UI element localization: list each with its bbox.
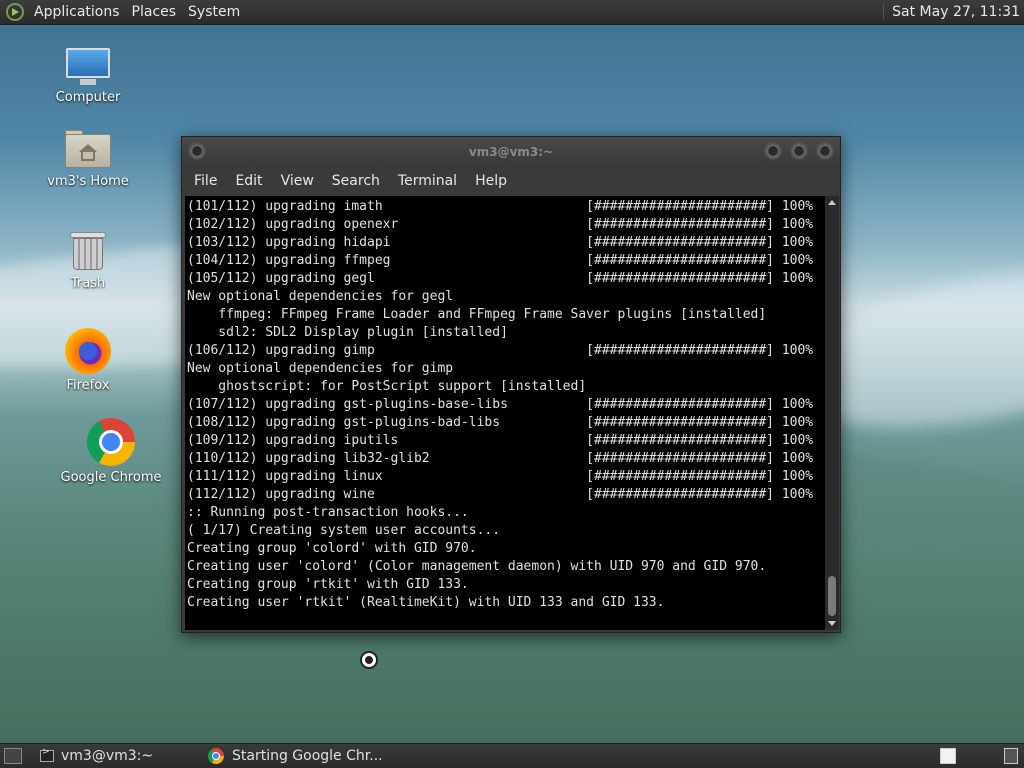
close-button[interactable] <box>816 142 834 160</box>
menu-file[interactable]: File <box>185 173 226 189</box>
workspace-2[interactable] <box>1004 748 1018 764</box>
chrome-icon <box>87 418 135 466</box>
desktop-icon-label: Firefox <box>66 378 110 393</box>
busy-cursor-icon <box>360 651 378 669</box>
desktop-icon-label: Trash <box>70 276 106 291</box>
terminal-text: (101/112) upgrading imath [#############… <box>185 196 825 612</box>
menu-terminal[interactable]: Terminal <box>389 173 466 189</box>
desktop-icon-label: Computer <box>55 90 121 105</box>
computer-icon <box>64 46 112 86</box>
menu-system[interactable]: System <box>184 4 248 20</box>
terminal-line: (102/112) upgrading openexr [###########… <box>187 217 814 232</box>
terminal-line: (104/112) upgrading ffmpeg [############… <box>187 253 814 268</box>
terminal-line: New optional dependencies for gegl <box>187 289 454 304</box>
clock[interactable]: Sat May 27, 11:31 <box>883 4 1020 20</box>
terminal-line: :: Running post-transaction hooks... <box>187 505 469 520</box>
menu-edit[interactable]: Edit <box>226 173 271 189</box>
menu-applications[interactable]: Applications <box>30 4 128 20</box>
home-folder-icon <box>65 130 111 170</box>
scroll-up-icon[interactable] <box>828 200 836 205</box>
top-panel: Applications Places System Sat May 27, 1… <box>0 0 1024 25</box>
terminal-output[interactable]: (101/112) upgrading imath [#############… <box>185 196 825 630</box>
scrollbar-thumb[interactable] <box>828 576 836 616</box>
desktop-icon-home[interactable]: vm3's Home <box>38 130 138 189</box>
desktop-icon-trash[interactable]: Trash <box>38 230 138 291</box>
terminal-line: ( 1/17) Creating system user accounts... <box>187 523 501 538</box>
desktop-icon-chrome[interactable]: Google Chrome <box>60 418 162 485</box>
terminal-line: (110/112) upgrading lib32-glib2 [#######… <box>187 451 814 466</box>
terminal-line: (112/112) upgrading wine [##############… <box>187 487 814 502</box>
firefox-icon <box>65 328 111 374</box>
terminal-line: (101/112) upgrading imath [#############… <box>187 199 814 214</box>
taskbar-item-label: vm3@vm3:~ <box>61 748 154 764</box>
terminal-line: ffmpeg: FFmpeg Frame Loader and FFmpeg F… <box>187 307 767 322</box>
terminal-titlebar[interactable]: vm3@vm3:~ <box>182 137 840 167</box>
terminal-line: (108/112) upgrading gst-plugins-bad-libs… <box>187 415 814 430</box>
desktop-icon-computer[interactable]: Computer <box>38 46 138 105</box>
terminal-line: (103/112) upgrading hidapi [############… <box>187 235 814 250</box>
terminal-line: ghostscript: for PostScript support [ins… <box>187 379 587 394</box>
menu-help[interactable]: Help <box>466 173 516 189</box>
applications-logo-icon[interactable] <box>6 3 24 21</box>
trash-icon <box>70 230 106 272</box>
taskbar-item-terminal[interactable]: vm3@vm3:~ <box>34 745 198 767</box>
maximize-button[interactable] <box>790 142 808 160</box>
scroll-down-icon[interactable] <box>828 621 836 626</box>
minimize-button[interactable] <box>764 142 782 160</box>
show-desktop-icon[interactable] <box>4 748 22 764</box>
window-title: vm3@vm3:~ <box>468 145 554 159</box>
menu-search[interactable]: Search <box>323 173 389 189</box>
terminal-line: (109/112) upgrading iputils [###########… <box>187 433 814 448</box>
terminal-line: New optional dependencies for gimp <box>187 361 454 376</box>
taskbar-item-label: Starting Google Chr... <box>232 748 383 764</box>
desktop-icon-label: Google Chrome <box>60 470 162 485</box>
terminal-line: (106/112) upgrading gimp [##############… <box>187 343 814 358</box>
terminal-line: Creating user 'colord' (Color management… <box>187 559 767 574</box>
terminal-line: sdl2: SDL2 Display plugin [installed] <box>187 325 508 340</box>
terminal-line: Creating group 'colord' with GID 970. <box>187 541 477 556</box>
menu-places[interactable]: Places <box>128 4 185 20</box>
taskbar-item-chrome[interactable]: Starting Google Chr... <box>202 745 402 767</box>
terminal-line: Creating group 'rtkit' with GID 133. <box>187 577 469 592</box>
terminal-menubar: File Edit View Search Terminal Help <box>182 167 840 195</box>
terminal-icon <box>40 747 54 762</box>
terminal-line: (111/112) upgrading linux [#############… <box>187 469 814 484</box>
terminal-scrollbar[interactable] <box>825 196 839 630</box>
bottom-panel: vm3@vm3:~ Starting Google Chr... <box>0 743 1024 768</box>
desktop-icon-firefox[interactable]: Firefox <box>38 328 138 393</box>
terminal-line: (105/112) upgrading gegl [##############… <box>187 271 814 286</box>
terminal-line: Creating user 'rtkit' (RealtimeKit) with… <box>187 595 665 610</box>
menu-view[interactable]: View <box>272 173 323 189</box>
workspace-1[interactable] <box>940 748 956 764</box>
terminal-window[interactable]: vm3@vm3:~ File Edit View Search Terminal… <box>181 136 841 633</box>
chrome-icon <box>208 748 224 764</box>
terminal-line: (107/112) upgrading gst-plugins-base-lib… <box>187 397 814 412</box>
desktop-icon-label: vm3's Home <box>47 174 129 189</box>
